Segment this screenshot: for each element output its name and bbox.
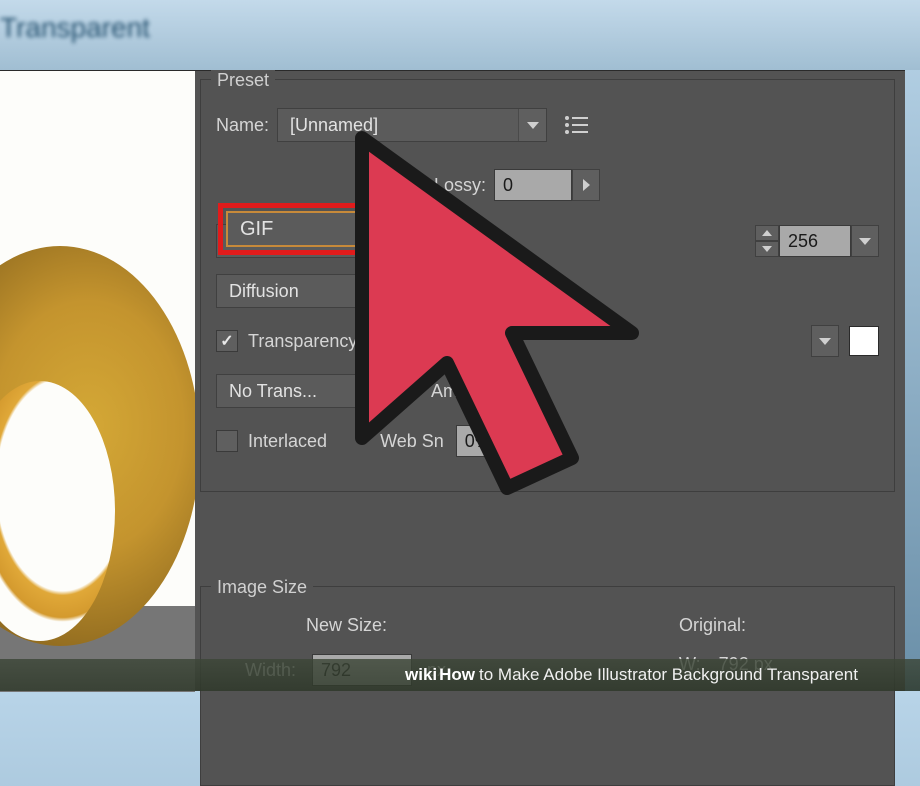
colors-input[interactable]: 256	[779, 225, 851, 257]
new-size-label: New Size:	[306, 615, 671, 636]
check-icon: ✓	[220, 331, 233, 351]
preset-legend: Preset	[211, 70, 275, 91]
matte-dropdown-icon[interactable]	[811, 325, 839, 357]
colors-dropdown-icon[interactable]	[851, 225, 879, 257]
matte-color-swatch[interactable]	[849, 326, 879, 356]
window-titlebar: Transparent	[0, 0, 920, 70]
wikihow-logo-wiki: wiki	[405, 665, 437, 685]
transparency-checkbox[interactable]: ✓	[216, 330, 238, 352]
wikihow-logo-how: How	[439, 665, 475, 685]
interlaced-checkbox[interactable]	[216, 430, 238, 452]
colors-stepper[interactable]	[755, 225, 779, 257]
caption-bar: wikiHow to Make Adobe Illustrator Backgr…	[0, 659, 920, 691]
caption-text: to Make Adobe Illustrator Background Tra…	[479, 665, 858, 685]
name-label: Name:	[216, 115, 269, 136]
original-label: Original:	[679, 615, 871, 636]
cursor-pointer-annotation	[312, 118, 712, 508]
window-title: Transparent	[0, 12, 150, 44]
image-size-legend: Image Size	[211, 577, 313, 598]
preview-panel	[0, 71, 195, 692]
